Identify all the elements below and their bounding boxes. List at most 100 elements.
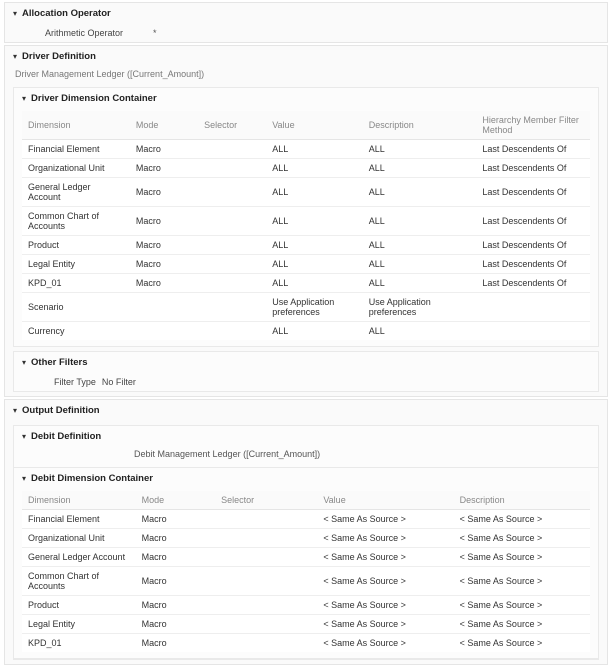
col-hmfm[interactable]: Hierarchy Member Filter Method bbox=[476, 111, 590, 140]
cell-mode: Macro bbox=[136, 567, 216, 596]
cell-value: < Same As Source > bbox=[317, 529, 453, 548]
cell-description: < Same As Source > bbox=[454, 548, 590, 567]
col-description[interactable]: Description bbox=[363, 111, 477, 140]
cell-mode bbox=[130, 293, 198, 322]
table-row[interactable]: Legal EntityMacroALLALLLast Descendents … bbox=[22, 255, 590, 274]
cell-selector bbox=[215, 548, 317, 567]
col-description[interactable]: Description bbox=[454, 491, 590, 510]
cell-hmfm: Last Descendents Of bbox=[476, 236, 590, 255]
cell-mode bbox=[130, 322, 198, 341]
chevron-down-icon: ▾ bbox=[22, 358, 26, 367]
driver-dimension-container: ▾ Driver Dimension Container Dimension M… bbox=[13, 87, 599, 347]
cell-hmfm: Last Descendents Of bbox=[476, 178, 590, 207]
cell-dimension: KPD_01 bbox=[22, 274, 130, 293]
debit-definition-section: ▾ Debit Definition Debit Management Ledg… bbox=[13, 425, 599, 660]
cell-selector bbox=[198, 255, 266, 274]
debit-dimension-table: Dimension Mode Selector Value Descriptio… bbox=[22, 491, 590, 652]
driver-definition-subtext: Driver Management Ledger ([Current_Amoun… bbox=[5, 67, 607, 83]
table-row[interactable]: Common Chart of AccountsMacroALLALLLast … bbox=[22, 207, 590, 236]
other-filters-header[interactable]: ▾ Other Filters bbox=[14, 352, 598, 373]
cell-selector bbox=[198, 293, 266, 322]
table-row[interactable]: Financial ElementMacroALLALLLast Descend… bbox=[22, 140, 590, 159]
arithmetic-operator-value: * bbox=[123, 28, 157, 38]
cell-description: < Same As Source > bbox=[454, 510, 590, 529]
cell-description: ALL bbox=[363, 255, 477, 274]
cell-value: < Same As Source > bbox=[317, 615, 453, 634]
arithmetic-operator-label: Arithmetic Operator bbox=[45, 28, 123, 38]
col-dimension[interactable]: Dimension bbox=[22, 111, 130, 140]
cell-description: < Same As Source > bbox=[454, 567, 590, 596]
cell-selector bbox=[215, 529, 317, 548]
other-filters-title: Other Filters bbox=[31, 357, 88, 368]
col-selector[interactable]: Selector bbox=[198, 111, 266, 140]
table-row[interactable]: Legal EntityMacro< Same As Source >< Sam… bbox=[22, 615, 590, 634]
col-selector[interactable]: Selector bbox=[215, 491, 317, 510]
cell-selector bbox=[198, 322, 266, 341]
table-row[interactable]: KPD_01MacroALLALLLast Descendents Of bbox=[22, 274, 590, 293]
cell-mode: Macro bbox=[130, 178, 198, 207]
output-definition-header[interactable]: ▾ Output Definition bbox=[5, 400, 607, 421]
cell-selector bbox=[198, 236, 266, 255]
cell-hmfm: Last Descendents Of bbox=[476, 140, 590, 159]
table-row[interactable]: KPD_01Macro< Same As Source >< Same As S… bbox=[22, 634, 590, 653]
table-row[interactable]: CurrencyALLALL bbox=[22, 322, 590, 341]
cell-dimension: Legal Entity bbox=[22, 255, 130, 274]
cell-description: < Same As Source > bbox=[454, 596, 590, 615]
cell-hmfm: Last Descendents Of bbox=[476, 274, 590, 293]
cell-value: ALL bbox=[266, 207, 363, 236]
table-row[interactable]: ProductMacro< Same As Source >< Same As … bbox=[22, 596, 590, 615]
debit-definition-header[interactable]: ▾ Debit Definition bbox=[14, 426, 598, 447]
cell-dimension: Product bbox=[22, 236, 130, 255]
col-dimension[interactable]: Dimension bbox=[22, 491, 136, 510]
cell-selector bbox=[215, 634, 317, 653]
table-row[interactable]: Scenario Use Application preferencesUse A… bbox=[22, 293, 590, 322]
allocation-operator-section: ▾ Allocation Operator Arithmetic Operato… bbox=[4, 2, 608, 43]
cell-mode: Macro bbox=[130, 159, 198, 178]
col-value[interactable]: Value bbox=[317, 491, 453, 510]
cell-selector bbox=[215, 615, 317, 634]
cell-value: ALL bbox=[266, 236, 363, 255]
cell-mode: Macro bbox=[130, 140, 198, 159]
cell-value: ALL bbox=[266, 274, 363, 293]
driver-definition-header[interactable]: ▾ Driver Definition bbox=[5, 46, 607, 67]
driver-definition-section: ▾ Driver Definition Driver Management Le… bbox=[4, 45, 608, 397]
cell-description: ALL bbox=[363, 140, 477, 159]
cell-dimension: Currency bbox=[22, 322, 130, 341]
cell-hmfm: Last Descendents Of bbox=[476, 207, 590, 236]
cell-selector bbox=[215, 567, 317, 596]
cell-description: < Same As Source > bbox=[454, 634, 590, 653]
chevron-down-icon: ▾ bbox=[22, 474, 26, 483]
cell-value: Use Application preferences bbox=[266, 293, 363, 322]
cell-dimension: Product bbox=[22, 596, 136, 615]
table-row[interactable]: Organizational UnitMacro< Same As Source… bbox=[22, 529, 590, 548]
filter-type-label: Filter Type bbox=[54, 377, 96, 387]
allocation-operator-header[interactable]: ▾ Allocation Operator bbox=[5, 3, 607, 24]
debit-dimension-container: ▾ Debit Dimension Container Dimension Mo… bbox=[14, 467, 598, 659]
cell-selector bbox=[198, 274, 266, 293]
debit-definition-title: Debit Definition bbox=[31, 431, 101, 442]
other-filters-section: ▾ Other Filters Filter Type No Filter bbox=[13, 351, 599, 392]
cell-hmfm bbox=[476, 293, 590, 322]
cell-dimension: Financial Element bbox=[22, 140, 130, 159]
table-row[interactable]: ProductMacroALLALLLast Descendents Of bbox=[22, 236, 590, 255]
col-value[interactable]: Value bbox=[266, 111, 363, 140]
table-row[interactable]: Financial ElementMacro< Same As Source >… bbox=[22, 510, 590, 529]
table-row[interactable]: Organizational UnitMacroALLALLLast Desce… bbox=[22, 159, 590, 178]
driver-dimension-container-header[interactable]: ▾ Driver Dimension Container bbox=[14, 88, 598, 109]
cell-hmfm bbox=[476, 322, 590, 341]
chevron-down-icon: ▾ bbox=[13, 52, 17, 61]
cell-selector bbox=[198, 159, 266, 178]
table-row[interactable]: General Ledger AccountMacro< Same As Sou… bbox=[22, 548, 590, 567]
cell-value: < Same As Source > bbox=[317, 596, 453, 615]
table-row[interactable]: General Ledger AccountMacroALLALLLast De… bbox=[22, 178, 590, 207]
cell-dimension: Scenario bbox=[22, 293, 130, 322]
cell-description: ALL bbox=[363, 236, 477, 255]
driver-dimension-container-title: Driver Dimension Container bbox=[31, 93, 157, 104]
debit-dimension-container-header[interactable]: ▾ Debit Dimension Container bbox=[14, 468, 598, 489]
cell-description: Use Application preferences bbox=[363, 293, 477, 322]
arithmetic-operator-row: Arithmetic Operator * bbox=[5, 24, 607, 42]
col-mode[interactable]: Mode bbox=[130, 111, 198, 140]
cell-selector bbox=[215, 596, 317, 615]
col-mode[interactable]: Mode bbox=[136, 491, 216, 510]
table-row[interactable]: Common Chart of AccountsMacro< Same As S… bbox=[22, 567, 590, 596]
